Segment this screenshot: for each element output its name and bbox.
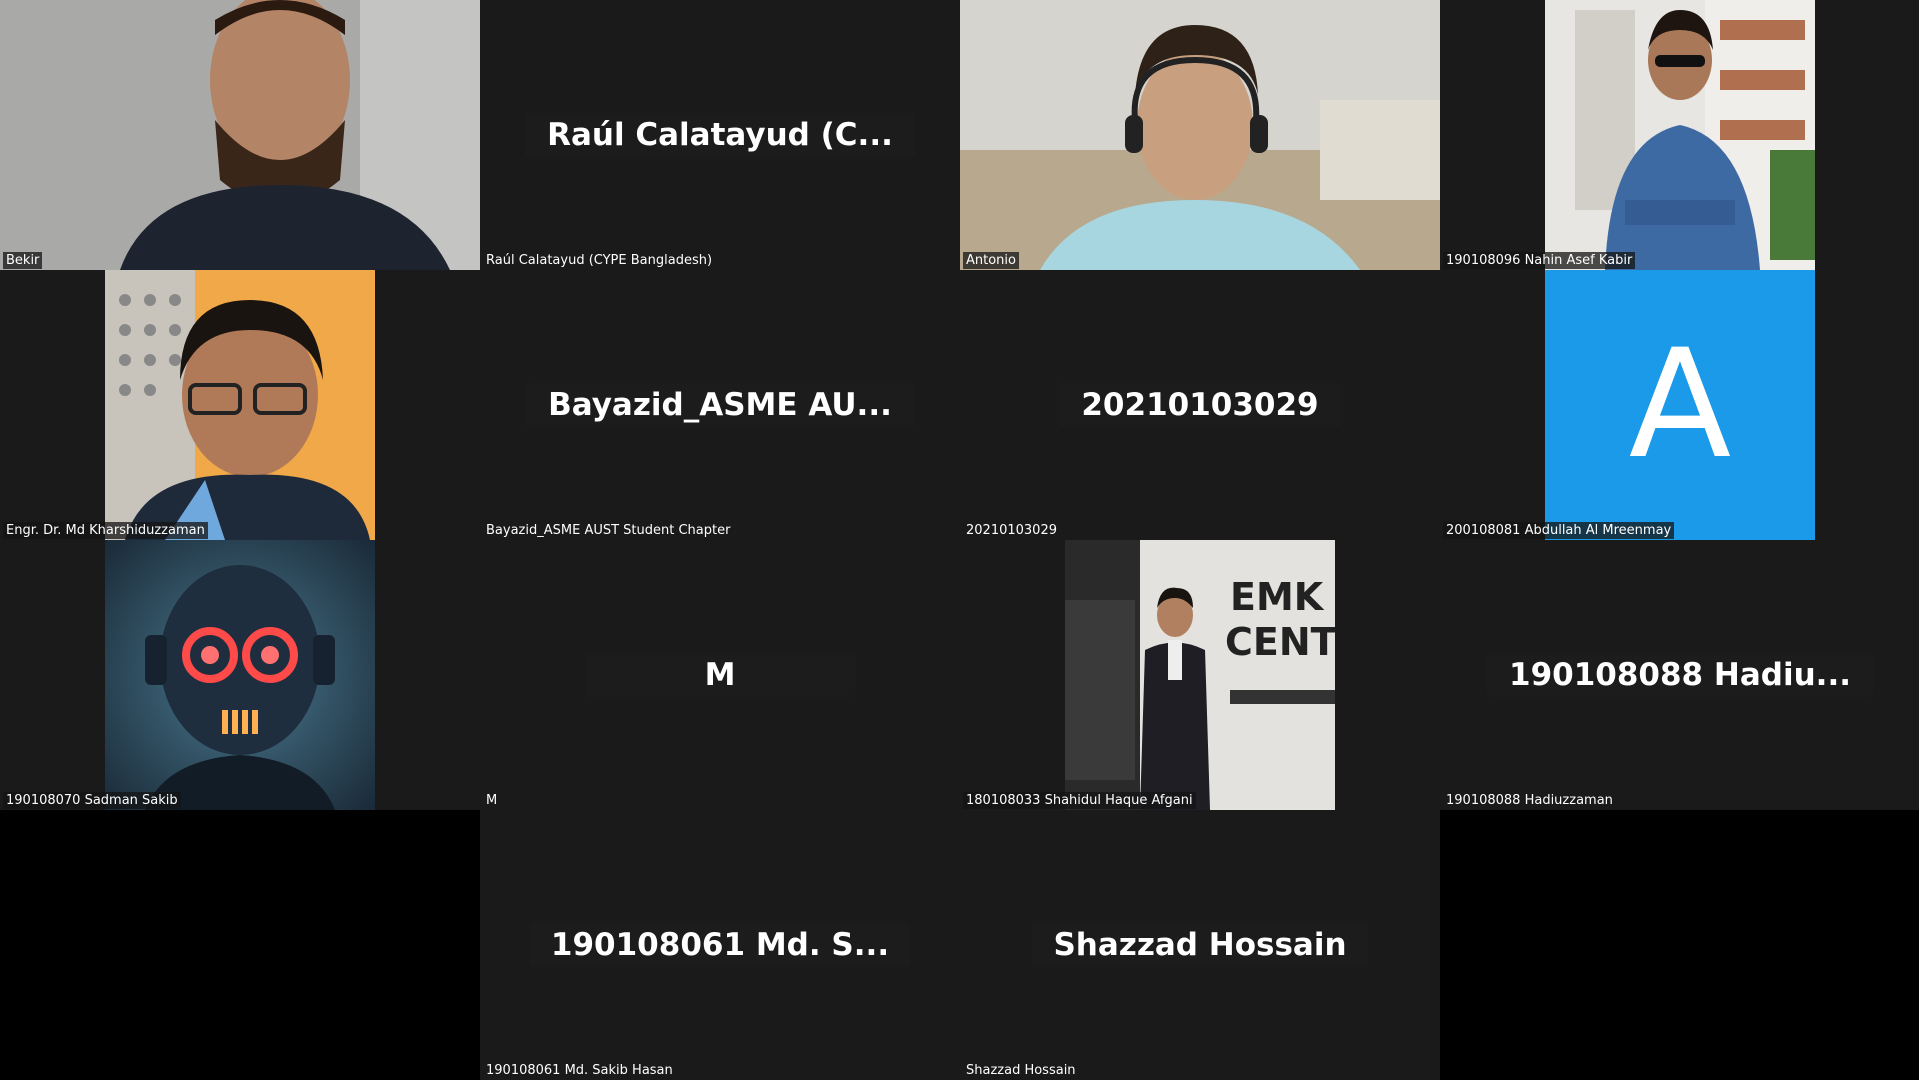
video-feed-kharshiduzzaman [105,270,375,540]
participant-name: 20210103029 [966,523,1057,538]
video-feed-antonio [960,0,1440,270]
participant-tile-abdullah-al-mreenmay[interactable]: A 200108081 Abdullah Al Mreenmay [1440,270,1919,540]
participant-tile-hadiuzzaman[interactable]: 190108088 Hadiu... 190108088 Hadiuzzaman [1440,540,1919,810]
participant-name: 190108070 Sadman Sakib [3,792,181,809]
participant-display-name: Raúl Calatayud (C... [525,113,915,157]
participant-name: Shazzad Hossain [966,1063,1076,1078]
avatar: A [1545,270,1815,540]
participant-tile-shahidul-haque-afgani[interactable]: EMK CENTER 180108033 Shahidul Haque Afga… [960,540,1440,810]
svg-text:EMK: EMK [1230,575,1325,619]
avatar-letter: A [1628,318,1732,492]
participant-tile-shazzad-hossain[interactable]: Shazzad Hossain Shazzad Hossain [960,810,1440,1080]
participant-name: Antonio [963,252,1019,269]
video-feed-shahidul: EMK CENTER [1065,540,1335,810]
video-feed-bekir [0,0,480,270]
participant-display-name: M [584,653,856,697]
svg-text:CENTER: CENTER [1225,620,1335,664]
participant-name: 180108033 Shahidul Haque Afgani [963,792,1196,809]
participant-tile-sakib-hasan[interactable]: 190108061 Md. S... 190108061 Md. Sakib H… [480,810,960,1080]
video-feed-nahin [1545,0,1815,270]
empty-grid-slot [0,810,480,1080]
participant-tile-kharshiduzzaman[interactable]: Engr. Dr. Md Kharshiduzzaman [0,270,480,540]
participant-display-name: 20210103029 [1059,383,1341,427]
participant-display-name: 190108088 Hadiu... [1487,653,1873,697]
empty-grid-slot [1440,810,1919,1080]
participant-name: 190108096 Nahin Asef Kabir [1443,252,1636,269]
participant-name: 190108061 Md. Sakib Hasan [486,1063,673,1078]
participant-tile-sadman-sakib[interactable]: 190108070 Sadman Sakib [0,540,480,810]
participant-tile-20210103029[interactable]: 20210103029 20210103029 [960,270,1440,540]
participant-name: Bayazid_ASME AUST Student Chapter [486,523,731,538]
participant-tile-m[interactable]: M M [480,540,960,810]
participant-tile-bayazid[interactable]: Bayazid_ASME AU... Bayazid_ASME AUST Stu… [480,270,960,540]
participant-name: M [486,793,498,808]
participant-name: Bekir [3,252,43,269]
participant-display-name: 190108061 Md. S... [528,923,912,967]
participant-tile-raul-calatayud[interactable]: Raúl Calatayud (C... Raúl Calatayud (CYP… [480,0,960,270]
participant-display-name: Bayazid_ASME AU... [526,383,914,427]
participant-tile-antonio[interactable]: Antonio [960,0,1440,270]
participant-name: Engr. Dr. Md Kharshiduzzaman [3,522,208,539]
participant-tile-nahin-asef-kabir[interactable]: 190108096 Nahin Asef Kabir [1440,0,1919,270]
video-feed-sadman [105,540,375,810]
participant-name: 190108088 Hadiuzzaman [1446,793,1613,808]
participant-name: Raúl Calatayud (CYPE Bangladesh) [486,253,713,268]
participant-tile-bekir[interactable]: Bekir [0,0,480,270]
participant-name: 200108081 Abdullah Al Mreenmay [1443,522,1675,539]
participant-display-name: Shazzad Hossain [1031,923,1369,967]
